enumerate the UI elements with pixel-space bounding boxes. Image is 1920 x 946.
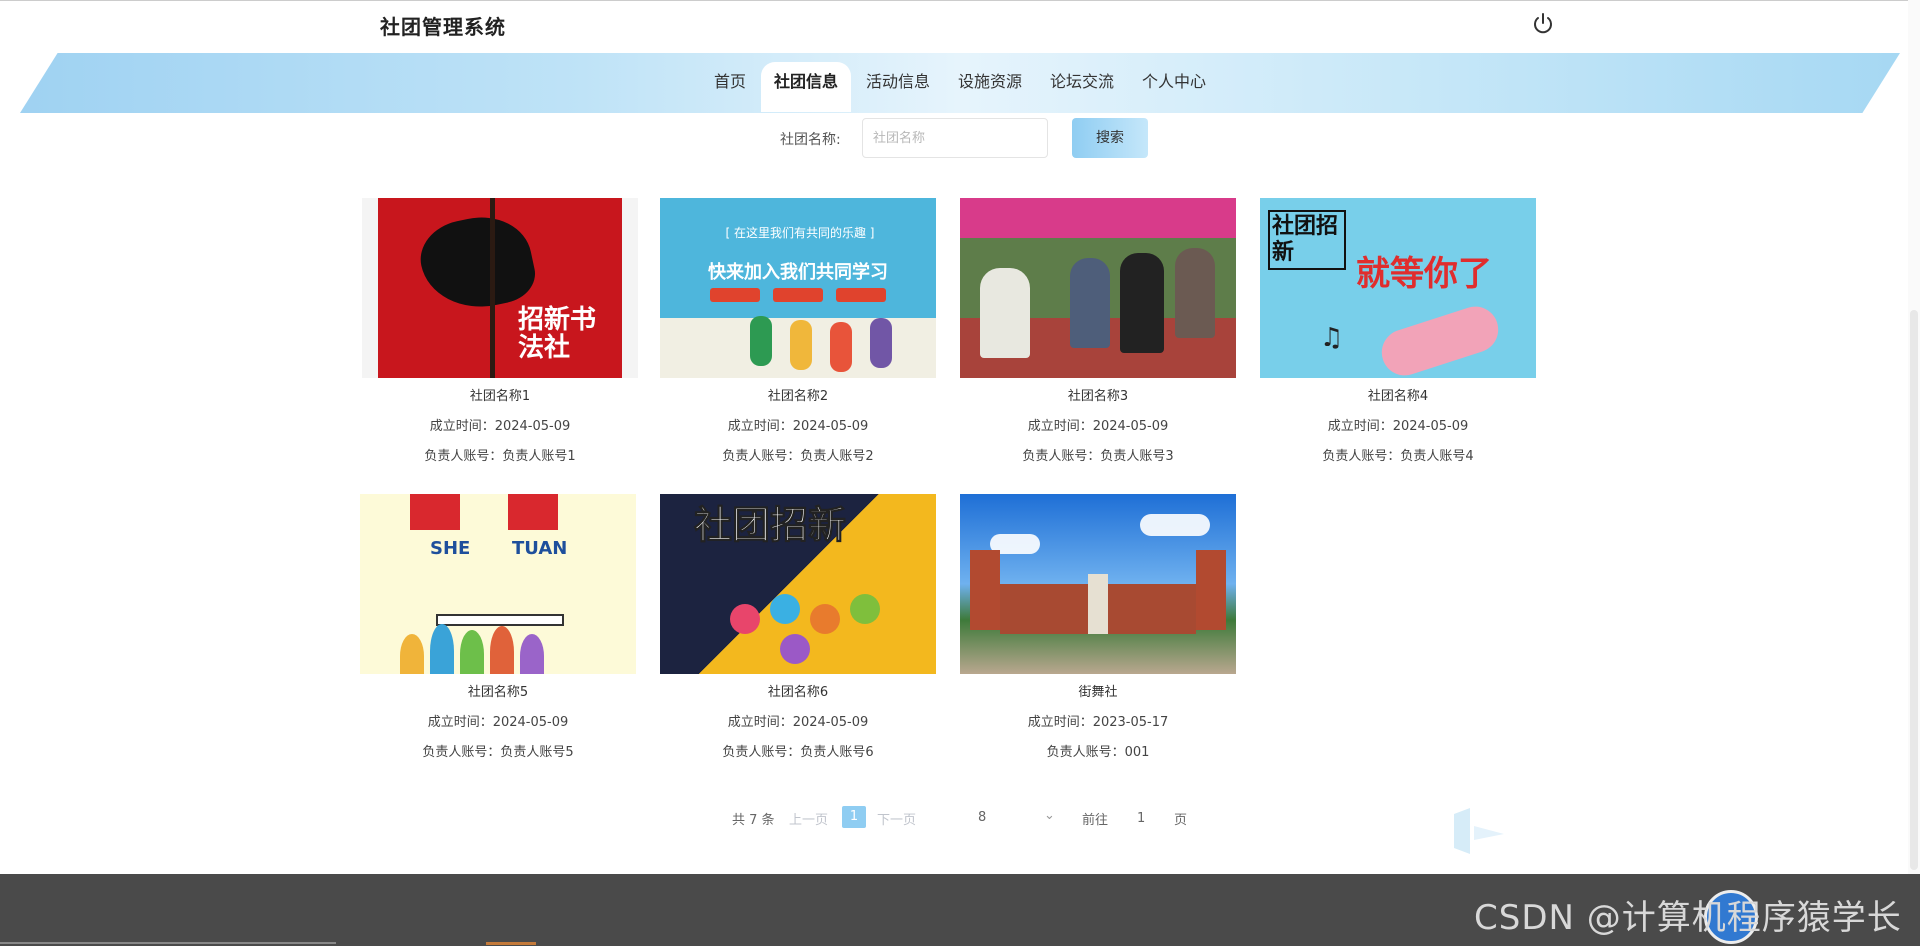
club-image[interactable]: 社团招新	[660, 494, 936, 674]
club-founded: 成立时间：2024-05-09	[1327, 419, 1469, 434]
club-image-text: 快来加入我们共同学习	[708, 262, 888, 283]
club-founded: 成立时间：2024-05-09	[429, 419, 571, 434]
club-name: 社团名称6	[767, 685, 829, 700]
club-name: 社团名称2	[767, 389, 829, 404]
club-image-subtext: 就等你了	[1356, 254, 1492, 294]
pagination-total: 共 7 条	[732, 813, 775, 828]
search-label: 社团名称:	[780, 132, 841, 148]
club-image-subtext: [ 在这里我们有共同的乐趣 ]	[725, 226, 875, 240]
club-name: 社团名称1	[469, 389, 531, 404]
club-image[interactable]: SHE TUAN	[360, 494, 636, 674]
club-card[interactable]: SHE TUAN 社团名称5 成立时间：2024-05-09 负责人账号：负责人…	[360, 494, 636, 762]
club-name: 社团名称3	[1067, 389, 1129, 404]
nav-facilities[interactable]: 设施资源	[945, 62, 1035, 112]
power-icon[interactable]	[1530, 11, 1556, 37]
club-founded: 成立时间：2024-05-09	[727, 419, 869, 434]
club-owner: 负责人账号：001	[1046, 745, 1150, 760]
nav-forum[interactable]: 论坛交流	[1037, 62, 1127, 112]
club-image-text: SHE	[430, 538, 471, 559]
scrollbar-thumb[interactable]	[1910, 310, 1918, 870]
club-image-text: 社团招新	[1268, 210, 1346, 270]
nav-activity-info[interactable]: 活动信息	[853, 62, 943, 112]
club-card[interactable]: 招新书法社 社团名称1 成立时间：2024-05-09 负责人账号：负责人账号1	[362, 198, 638, 466]
page-number-1[interactable]: 1	[842, 806, 866, 828]
club-name: 社团名称4	[1367, 389, 1429, 404]
pagination: 共 7 条 上一页 1 下一页 8 ⌄ 前往 1 页	[0, 806, 1920, 830]
goto-page-input[interactable]: 1	[1137, 811, 1145, 826]
club-card[interactable]: 街舞社 成立时间：2023-05-17 负责人账号：001	[960, 494, 1236, 762]
club-image[interactable]: [ 在这里我们有共同的乐趣 ] 快来加入我们共同学习	[660, 198, 936, 378]
club-card[interactable]: 社团招新 就等你了 ♫ 社团名称4 成立时间：2024-05-09 负责人账号：…	[1260, 198, 1536, 466]
page-unit-label: 页	[1174, 813, 1188, 828]
club-founded: 成立时间：2024-05-09	[427, 715, 569, 730]
scrollbar[interactable]	[1908, 0, 1920, 874]
search-bar: 社团名称: 搜索	[0, 118, 1920, 158]
club-owner: 负责人账号：负责人账号5	[422, 745, 574, 760]
next-page-button[interactable]: 下一页	[877, 809, 916, 828]
club-name: 社团名称5	[467, 685, 529, 700]
club-image[interactable]: 社团招新 就等你了 ♫	[1260, 198, 1536, 378]
club-owner: 负责人账号：负责人账号3	[1022, 449, 1174, 464]
search-input[interactable]	[862, 118, 1048, 158]
chevron-down-icon[interactable]: ⌄	[1044, 808, 1055, 823]
club-image-text: 招新书法社	[518, 305, 597, 363]
club-image-subtext: TUAN	[512, 538, 568, 559]
search-button[interactable]: 搜索	[1072, 118, 1148, 158]
club-name: 街舞社	[1078, 685, 1118, 700]
club-image-text: 社团招新	[693, 503, 847, 548]
nav-home[interactable]: 首页	[701, 62, 759, 112]
footer-accent	[486, 942, 536, 945]
app-title: 社团管理系统	[380, 15, 506, 39]
nav-personal-center[interactable]: 个人中心	[1129, 62, 1219, 112]
top-bar: 社团管理系统	[0, 0, 1920, 53]
watermark: CSDN @计算机程序猿学长	[1474, 898, 1902, 938]
club-founded: 成立时间：2024-05-09	[727, 715, 869, 730]
club-card[interactable]: 社团招新 社团名称6 成立时间：2024-05-09 负责人账号：负责人账号6	[660, 494, 936, 762]
club-card[interactable]: 社团名称3 成立时间：2024-05-09 负责人账号：负责人账号3	[960, 198, 1236, 466]
back-to-top-icon[interactable]	[1452, 808, 1532, 854]
club-card[interactable]: [ 在这里我们有共同的乐趣 ] 快来加入我们共同学习 社团名称2 成立时间：20…	[660, 198, 936, 466]
club-image[interactable]	[960, 198, 1236, 378]
nav-club-info[interactable]: 社团信息	[760, 62, 851, 112]
club-owner: 负责人账号：负责人账号1	[424, 449, 576, 464]
club-image[interactable]: 招新书法社	[362, 198, 638, 378]
club-founded: 成立时间：2023-05-17	[1027, 715, 1169, 730]
club-image[interactable]	[960, 494, 1236, 674]
goto-label: 前往	[1082, 813, 1109, 828]
club-owner: 负责人账号：负责人账号4	[1322, 449, 1474, 464]
main-nav: 首页 社团信息 活动信息 设施资源 论坛交流 个人中心	[0, 62, 1920, 112]
club-owner: 负责人账号：负责人账号2	[722, 449, 874, 464]
page-size-select[interactable]: 8	[978, 810, 986, 825]
club-founded: 成立时间：2024-05-09	[1027, 419, 1169, 434]
footer-divider	[0, 942, 336, 944]
prev-page-button[interactable]: 上一页	[789, 809, 828, 828]
club-owner: 负责人账号：负责人账号6	[722, 745, 874, 760]
